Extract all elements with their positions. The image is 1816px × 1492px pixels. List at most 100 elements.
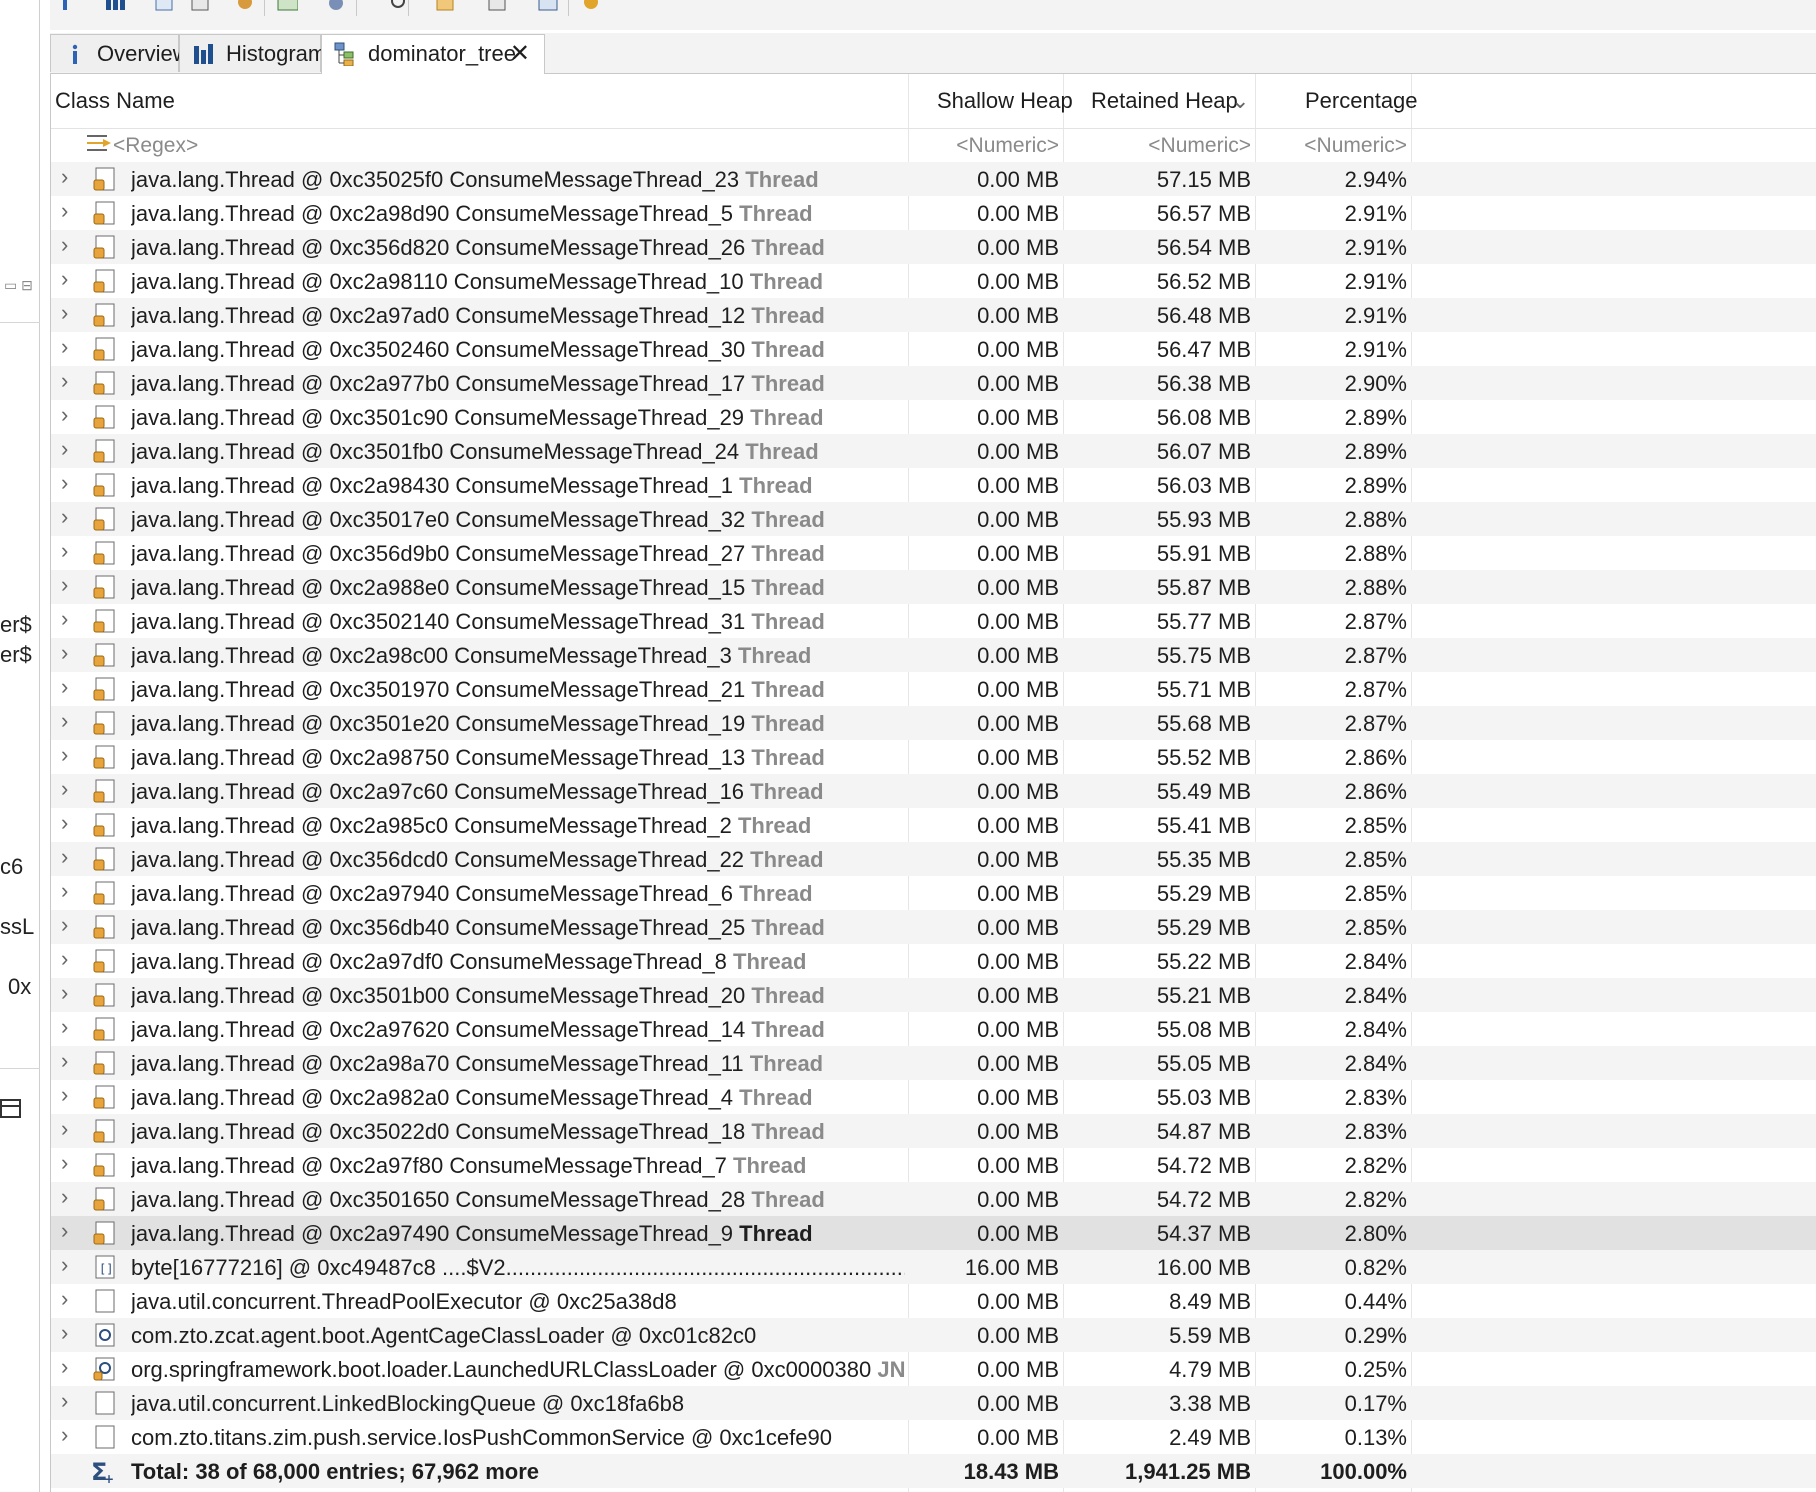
expand-chevron-icon[interactable]: › (61, 538, 68, 564)
expand-chevron-icon[interactable]: › (61, 1116, 68, 1142)
table-row[interactable]: › java.lang.Thread @ 0xc3501fb0 ConsumeMe… (51, 434, 1816, 468)
expand-chevron-icon[interactable]: › (61, 334, 68, 360)
class-name-filter-input[interactable]: <Regex> (113, 134, 198, 158)
expand-chevron-icon[interactable]: › (61, 1048, 68, 1074)
table-row[interactable]: › java.lang.Thread @ 0xc3501650 ConsumeMe… (51, 1182, 1816, 1216)
table-row[interactable]: › [] byte[16777216] @ 0xc49487c8 ....$V2..… (51, 1250, 1816, 1284)
table-row[interactable]: › java.lang.Thread @ 0xc2a982a0 ConsumeMe… (51, 1080, 1816, 1114)
table-row[interactable]: › java.lang.Thread @ 0xc356dcd0 ConsumeMe… (51, 842, 1816, 876)
sort-descending-icon[interactable]: ⌄ (1231, 88, 1249, 114)
expand-chevron-icon[interactable]: › (61, 572, 68, 598)
expand-chevron-icon[interactable]: › (61, 878, 68, 904)
expand-chevron-icon[interactable]: › (61, 1354, 68, 1380)
query-browser-icon[interactable] (190, 0, 212, 12)
retained-heap-filter-input[interactable]: <Numeric> (1148, 134, 1251, 158)
table-row[interactable]: › java.lang.Thread @ 0xc2a98c00 ConsumeMe… (51, 638, 1816, 672)
table-row[interactable]: › java.lang.Thread @ 0xc356d820 ConsumeMe… (51, 230, 1816, 264)
table-row[interactable]: › java.lang.Thread @ 0xc2a977b0 ConsumeMe… (51, 366, 1816, 400)
expand-chevron-icon[interactable]: › (61, 436, 68, 462)
tab-dominator-tree[interactable]: dominator_tree ✕ (321, 34, 545, 74)
expand-chevron-icon[interactable]: › (61, 1422, 68, 1448)
table-row[interactable]: › java.lang.Thread @ 0xc2a98430 ConsumeMe… (51, 468, 1816, 502)
column-header-percentage[interactable]: Percentage (1305, 88, 1418, 114)
expand-chevron-icon[interactable]: › (61, 674, 68, 700)
expand-chevron-icon[interactable]: › (61, 198, 68, 224)
column-header-retained-heap[interactable]: Retained Heap (1091, 88, 1238, 114)
settings-icon[interactable] (580, 0, 602, 12)
column-header-class-name[interactable]: Class Name (55, 88, 175, 114)
table-row[interactable]: › java.lang.Thread @ 0xc3501c90 ConsumeMe… (51, 400, 1816, 434)
table-row[interactable]: › java.lang.Thread @ 0xc2a97f80 ConsumeMe… (51, 1148, 1816, 1182)
table-row[interactable]: › java.lang.Thread @ 0xc35025f0 ConsumeMe… (51, 162, 1816, 196)
expand-chevron-icon[interactable]: › (61, 232, 68, 258)
table-row[interactable]: › java.lang.Thread @ 0xc2a98a70 ConsumeMe… (51, 1046, 1816, 1080)
table-row[interactable]: › java.lang.Thread @ 0xc2a97c60 ConsumeMe… (51, 774, 1816, 808)
table-row[interactable]: › org.springframework.boot.loader.Launche… (51, 1352, 1816, 1386)
copy-icon[interactable] (434, 0, 456, 12)
table-row[interactable]: › java.util.concurrent.LinkedBlockingQueu… (51, 1386, 1816, 1420)
expand-chevron-icon[interactable]: › (61, 980, 68, 1006)
table-row[interactable]: › java.util.concurrent.ThreadPoolExecutor… (51, 1284, 1816, 1318)
expand-chevron-icon[interactable]: › (61, 1014, 68, 1040)
table-row[interactable]: › java.lang.Thread @ 0xc2a97490 ConsumeMe… (51, 1216, 1816, 1250)
shallow-heap-filter-input[interactable]: <Numeric> (956, 134, 1059, 158)
expand-chevron-icon[interactable]: › (61, 300, 68, 326)
histogram-icon[interactable] (104, 0, 126, 12)
table-row[interactable]: › java.lang.Thread @ 0xc35017e0 ConsumeMe… (51, 502, 1816, 536)
run-report-icon[interactable] (326, 0, 348, 12)
table-row[interactable]: › java.lang.Thread @ 0xc35022d0 ConsumeMe… (51, 1114, 1816, 1148)
dominator-tree-icon[interactable] (154, 0, 176, 12)
window-icon[interactable] (0, 1098, 22, 1120)
expand-chevron-icon[interactable]: › (61, 470, 68, 496)
table-row[interactable]: › java.lang.Thread @ 0xc3501970 ConsumeMe… (51, 672, 1816, 706)
table-row[interactable]: › java.lang.Thread @ 0xc2a98110 ConsumeMe… (51, 264, 1816, 298)
expand-chevron-icon[interactable]: › (61, 1218, 68, 1244)
expand-chevron-icon[interactable]: › (61, 776, 68, 802)
table-row[interactable]: › java.lang.Thread @ 0xc356d9b0 ConsumeMe… (51, 536, 1816, 570)
table-row[interactable]: › com.zto.zcat.agent.boot.AgentCageClassL… (51, 1318, 1816, 1352)
expand-chevron-icon[interactable]: › (61, 368, 68, 394)
tab-overview[interactable]: Overview (50, 34, 189, 72)
calculate-icon[interactable] (486, 0, 508, 12)
expand-chevron-icon[interactable]: › (61, 946, 68, 972)
table-row[interactable]: › java.lang.Thread @ 0xc2a97940 ConsumeMe… (51, 876, 1816, 910)
expand-chevron-icon[interactable]: › (61, 912, 68, 938)
heap-dump-icon[interactable] (276, 0, 298, 12)
expand-chevron-icon[interactable]: › (61, 810, 68, 836)
table-row[interactable]: › java.lang.Thread @ 0xc2a97ad0 ConsumeMe… (51, 298, 1816, 332)
table-row[interactable]: › java.lang.Thread @ 0xc2a98d90 ConsumeMe… (51, 196, 1816, 230)
export-icon[interactable] (536, 0, 558, 12)
expand-chevron-icon[interactable]: › (61, 1286, 68, 1312)
oql-icon[interactable] (234, 0, 256, 12)
table-row[interactable]: › com.zto.titans.zim.push.service.IosPush… (51, 1420, 1816, 1454)
expand-chevron-icon[interactable]: › (61, 1388, 68, 1414)
expand-chevron-icon[interactable]: › (61, 1320, 68, 1346)
panel-toggle-icon[interactable]: ▭ ⊟ (4, 277, 33, 294)
table-row[interactable]: › java.lang.Thread @ 0xc3502460 ConsumeMe… (51, 332, 1816, 366)
expand-chevron-icon[interactable]: › (61, 1252, 68, 1278)
table-row[interactable]: › java.lang.Thread @ 0xc2a97620 ConsumeMe… (51, 1012, 1816, 1046)
expand-chevron-icon[interactable]: › (61, 640, 68, 666)
tab-histogram[interactable]: Histogram (179, 34, 326, 72)
table-row[interactable]: › java.lang.Thread @ 0xc3502140 ConsumeMe… (51, 604, 1816, 638)
expand-chevron-icon[interactable]: › (61, 606, 68, 632)
table-row[interactable]: › java.lang.Thread @ 0xc2a988e0 ConsumeMe… (51, 570, 1816, 604)
expand-chevron-icon[interactable]: › (61, 708, 68, 734)
info-icon[interactable] (60, 0, 82, 12)
close-icon[interactable]: ✕ (510, 35, 530, 73)
column-header-shallow-heap[interactable]: Shallow Heap (937, 88, 1073, 114)
expand-chevron-icon[interactable]: › (61, 844, 68, 870)
expand-chevron-icon[interactable]: › (61, 402, 68, 428)
expand-chevron-icon[interactable]: › (61, 742, 68, 768)
table-row[interactable]: › java.lang.Thread @ 0xc356db40 ConsumeMe… (51, 910, 1816, 944)
expand-chevron-icon[interactable]: › (61, 164, 68, 190)
table-row[interactable]: › java.lang.Thread @ 0xc2a985c0 ConsumeMe… (51, 808, 1816, 842)
expand-chevron-icon[interactable]: › (61, 266, 68, 292)
table-row[interactable]: › java.lang.Thread @ 0xc3501b00 ConsumeMe… (51, 978, 1816, 1012)
table-row[interactable]: › java.lang.Thread @ 0xc2a97df0 ConsumeMe… (51, 944, 1816, 978)
expand-chevron-icon[interactable]: › (61, 1082, 68, 1108)
table-row[interactable]: › java.lang.Thread @ 0xc3501e20 ConsumeMe… (51, 706, 1816, 740)
percentage-filter-input[interactable]: <Numeric> (1304, 134, 1407, 158)
table-row[interactable]: › java.lang.Thread @ 0xc2a98750 ConsumeMe… (51, 740, 1816, 774)
expand-chevron-icon[interactable]: › (61, 1150, 68, 1176)
